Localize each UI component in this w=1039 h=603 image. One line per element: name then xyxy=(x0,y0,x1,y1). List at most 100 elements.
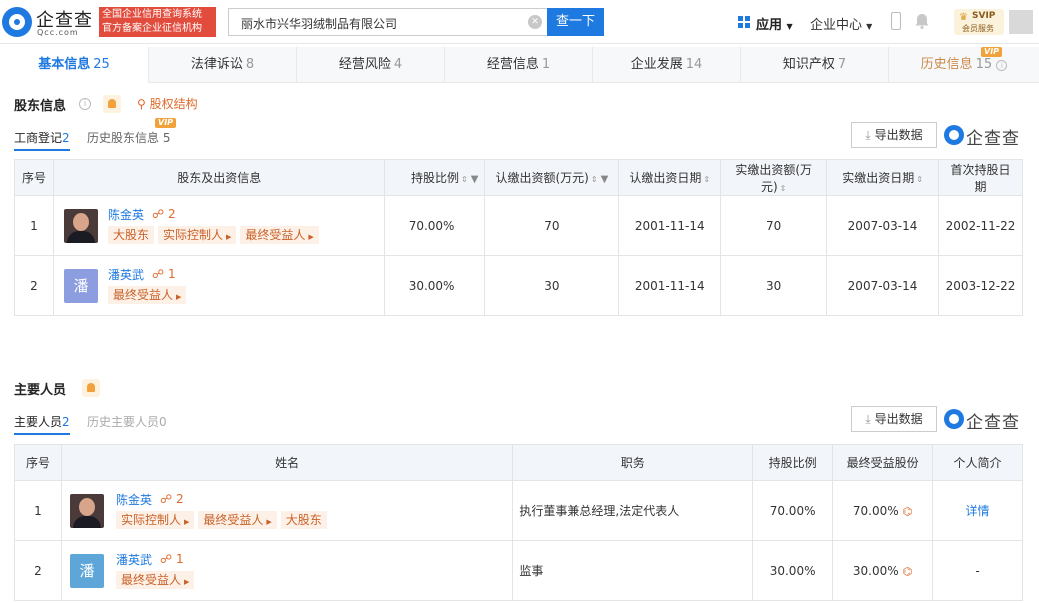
tag-label: 最终受益人 xyxy=(245,227,306,242)
tab-development[interactable]: 企业发展 14 xyxy=(593,47,741,83)
related-companies-link[interactable]: ☍ 2 xyxy=(160,492,184,506)
avatar[interactable] xyxy=(63,208,98,243)
caret-right-icon: ▶ xyxy=(183,517,190,526)
tag-actual-controller[interactable]: 实际控制人 ▶ xyxy=(115,510,195,529)
tag-ultimate-beneficiary[interactable]: 最终受益人 ▶ xyxy=(115,570,195,589)
col-header[interactable]: 持股比例 ⇕ ▼ xyxy=(384,159,486,196)
col-label: 序号 xyxy=(21,171,46,185)
equity-structure-link[interactable]: ⚲ 股权结构 xyxy=(137,95,198,112)
related-companies-link[interactable]: ☍ 2 xyxy=(152,207,176,221)
clear-icon[interactable]: ✕ xyxy=(528,15,542,29)
export-button[interactable]: ⤓ 导出数据 xyxy=(851,406,937,432)
tab-ip[interactable]: 知识产权 7 xyxy=(741,47,889,83)
tab-count: 25 xyxy=(93,57,110,72)
subtab-history-shareholders[interactable]: 历史股东信息 5 xyxy=(87,129,170,151)
search-button[interactable]: 查一下 xyxy=(547,8,604,36)
relation-icon: ☍ xyxy=(159,491,173,506)
subtab-label: 主要人员 xyxy=(14,415,63,429)
qcc-logo[interactable]: 企查查 Qcc.com xyxy=(2,5,98,39)
beneficial-share: 70.00% ⌬ xyxy=(832,480,934,541)
tag-ultimate-beneficiary[interactable]: 最终受益人 ▶ xyxy=(107,285,187,304)
tab-operations[interactable]: 经营信息 1 xyxy=(445,47,593,83)
caret-right-icon: ▶ xyxy=(175,292,182,301)
row-number: 1 xyxy=(14,195,54,256)
subtab-personnel[interactable]: 主要人员2 xyxy=(14,413,70,435)
col-label: 个人简介 xyxy=(953,456,1002,470)
tab-basic-info[interactable]: 基本信息 25 xyxy=(0,47,149,83)
nav-apps[interactable]: 应用 ▼ xyxy=(756,14,793,33)
avatar[interactable]: 潘 xyxy=(63,268,98,303)
personnel-table: 序号 姓名 职务 持股比例 最终受益股份 个人简介 1 陈金英 ☍ 2 实际控制… xyxy=(14,444,1023,601)
tab-risk[interactable]: 经营风险 4 xyxy=(297,47,445,83)
official-badge[interactable]: 全国企业信用查询系统 官方备案企业征信机构 xyxy=(99,7,216,37)
info-icon[interactable]: i xyxy=(79,98,91,110)
crown-icon: ♛ xyxy=(959,12,968,23)
tab-count: 4 xyxy=(393,57,403,72)
relation-icon: ☍ xyxy=(151,266,165,281)
table-header-row: 序号 姓名 职务 持股比例 最终受益股份 个人简介 xyxy=(14,444,1023,481)
subtab-history-personnel[interactable]: 历史主要人员0 xyxy=(87,413,167,435)
related-count: 2 xyxy=(175,491,184,506)
filter-icon[interactable]: ▼ xyxy=(471,174,479,185)
tag-actual-controller[interactable]: 实际控制人 ▶ xyxy=(157,225,237,244)
col-header[interactable]: 认缴出资日期 ⇕ xyxy=(618,159,722,196)
col-header[interactable]: 认缴出资额(万元) ⇕ ▼ xyxy=(484,159,620,196)
col-label: 股东及出资信息 xyxy=(177,171,262,185)
subscribed-date: 2001-11-14 xyxy=(618,195,722,256)
sort-icon[interactable]: ⇕ xyxy=(703,175,710,184)
sort-icon[interactable]: ⇕ xyxy=(780,184,787,193)
nav-enterprise-center[interactable]: 企业中心 ▼ xyxy=(810,14,872,33)
sort-icon[interactable]: ⇕ xyxy=(461,175,468,184)
nav-enterprise-label: 企业中心 xyxy=(810,18,863,33)
paid-amount: 70 xyxy=(720,195,828,256)
caret-right-icon: ▶ xyxy=(308,232,314,241)
subtab-label: 历史主要人员 xyxy=(87,415,160,429)
tab-legal[interactable]: 法律诉讼 8 xyxy=(149,47,297,83)
row-number: 2 xyxy=(14,255,54,316)
share-ratio: 30.00% xyxy=(384,255,486,316)
col-header[interactable]: 实缴出资额(万元) ⇕ xyxy=(720,159,828,196)
subtab-registered[interactable]: 工商登记2 xyxy=(14,129,70,151)
tag-ultimate-beneficiary[interactable]: 最终受益人 ▶ xyxy=(240,225,319,244)
tag-ultimate-beneficiary[interactable]: 最终受益人 ▶ xyxy=(198,510,277,529)
sort-icon[interactable]: ⇕ xyxy=(591,175,598,184)
nav-apps-label: 应用 xyxy=(756,18,783,33)
monitor-bell-icon[interactable] xyxy=(82,379,100,397)
col-header: 职务 xyxy=(512,444,754,481)
monitor-bell-icon[interactable] xyxy=(103,95,121,113)
svip-button[interactable]: ♛ SVIP 会员服务 xyxy=(954,9,1004,35)
subtab-count: 5 xyxy=(162,131,171,145)
related-companies-link[interactable]: ☍ 1 xyxy=(152,267,176,281)
chevron-down-icon: ▼ xyxy=(866,22,873,31)
logo-domain: Qcc.com xyxy=(37,28,79,37)
col-label: 实缴出资日期 xyxy=(842,171,915,185)
person-name-link[interactable]: 潘英武 xyxy=(116,551,152,568)
apps-grid-icon[interactable] xyxy=(738,16,750,28)
mobile-icon[interactable] xyxy=(891,12,901,30)
col-header[interactable]: 实缴出资日期 ⇕ xyxy=(826,159,939,196)
person-name-link[interactable]: 陈金英 xyxy=(116,491,152,508)
tab-label: 法律诉讼 xyxy=(190,57,243,72)
avatar[interactable] xyxy=(69,493,104,528)
tab-label: 知识产权 xyxy=(782,57,835,72)
first-hold-date: 2003-12-22 xyxy=(938,255,1023,316)
person-name-link[interactable]: 陈金英 xyxy=(108,206,144,223)
person-name-link[interactable]: 潘英武 xyxy=(108,266,144,283)
equity-path-icon[interactable]: ⌬ xyxy=(903,565,913,578)
search-input[interactable]: 丽水市兴华羽绒制品有限公司 ✕ xyxy=(228,8,548,36)
equity-path-icon[interactable]: ⌬ xyxy=(903,505,913,518)
qcc-logo-icon xyxy=(2,7,32,37)
export-button[interactable]: ⤓ 导出数据 xyxy=(851,122,937,148)
related-companies-link[interactable]: ☍ 1 xyxy=(160,552,184,566)
sort-icon[interactable]: ⇕ xyxy=(916,175,923,184)
filter-icon[interactable]: ▼ xyxy=(601,174,609,185)
tab-history[interactable]: 历史信息 15 i xyxy=(889,47,1039,83)
avatar[interactable]: 潘 xyxy=(69,553,104,588)
notification-bell-icon[interactable] xyxy=(915,13,929,29)
col-label: 职务 xyxy=(620,456,645,470)
table-header-row: 序号 股东及出资信息 持股比例 ⇕ ▼ 认缴出资额(万元) ⇕ ▼ 认缴出资日期 ⇕ 实缴… xyxy=(14,159,1023,196)
details-link[interactable]: 详情 xyxy=(966,504,990,518)
user-avatar[interactable] xyxy=(1009,10,1033,34)
tag-label: 最终受益人 xyxy=(112,287,173,302)
share-ratio: 30.00% xyxy=(752,540,834,601)
